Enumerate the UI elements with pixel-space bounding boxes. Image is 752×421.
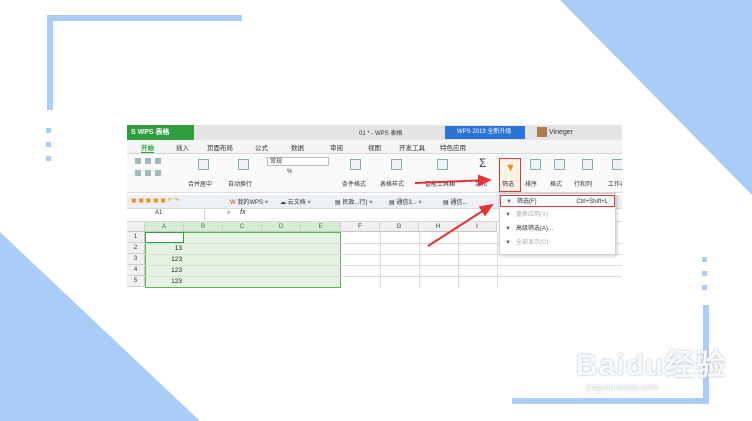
baidu-watermark: Baidu经验 [576, 349, 727, 382]
watermark-url: jingyan.baidu.com [586, 382, 659, 392]
arrow-to-filter-menu-item [427, 203, 494, 247]
arrow-to-filter-button [414, 174, 492, 187]
